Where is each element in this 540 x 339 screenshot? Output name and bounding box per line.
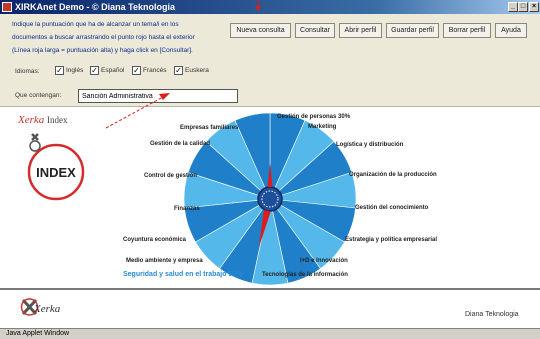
label-tecnologias: Tecnologías de la información xyxy=(262,272,348,278)
label-empresas-familiares: Empresas familiares xyxy=(180,125,239,131)
label-coyuntura: Coyuntura económica xyxy=(123,237,187,243)
label-gestion-calidad: Gestión de la calidad xyxy=(150,141,211,147)
index-badge-icon: INDEX xyxy=(27,133,85,201)
footer-logo-text: Xerka xyxy=(34,303,61,315)
label-logistica: Logística y distribución xyxy=(336,142,404,148)
label-estrategia: Estrategia y política empresarial xyxy=(345,237,438,243)
footer: Xerka Diana Teknologia xyxy=(0,288,540,330)
label-medio-ambiente: Medio ambiente y empresa xyxy=(126,258,203,264)
label-organizacion: Organización de la producción xyxy=(349,172,437,178)
label-conocimiento: Gestión del conocimiento xyxy=(355,205,429,211)
status-bar: Java Applet Window xyxy=(0,328,540,339)
label-finanzas: Finanzas xyxy=(174,206,200,212)
label-idi: I+D e Innovación xyxy=(300,258,348,264)
index-badge-text: INDEX xyxy=(36,165,76,180)
label-gestion-personas: Gestión de personas 30% xyxy=(277,114,351,120)
annotation-arrow-icon xyxy=(105,0,261,129)
footer-company: Diana Teknologia xyxy=(465,311,519,318)
label-control-gestion: Control de gestión xyxy=(144,173,197,179)
label-seguridad: Seguridad y salud en el trabajo 50% xyxy=(123,271,243,278)
label-marketing: Marketing xyxy=(308,124,337,130)
